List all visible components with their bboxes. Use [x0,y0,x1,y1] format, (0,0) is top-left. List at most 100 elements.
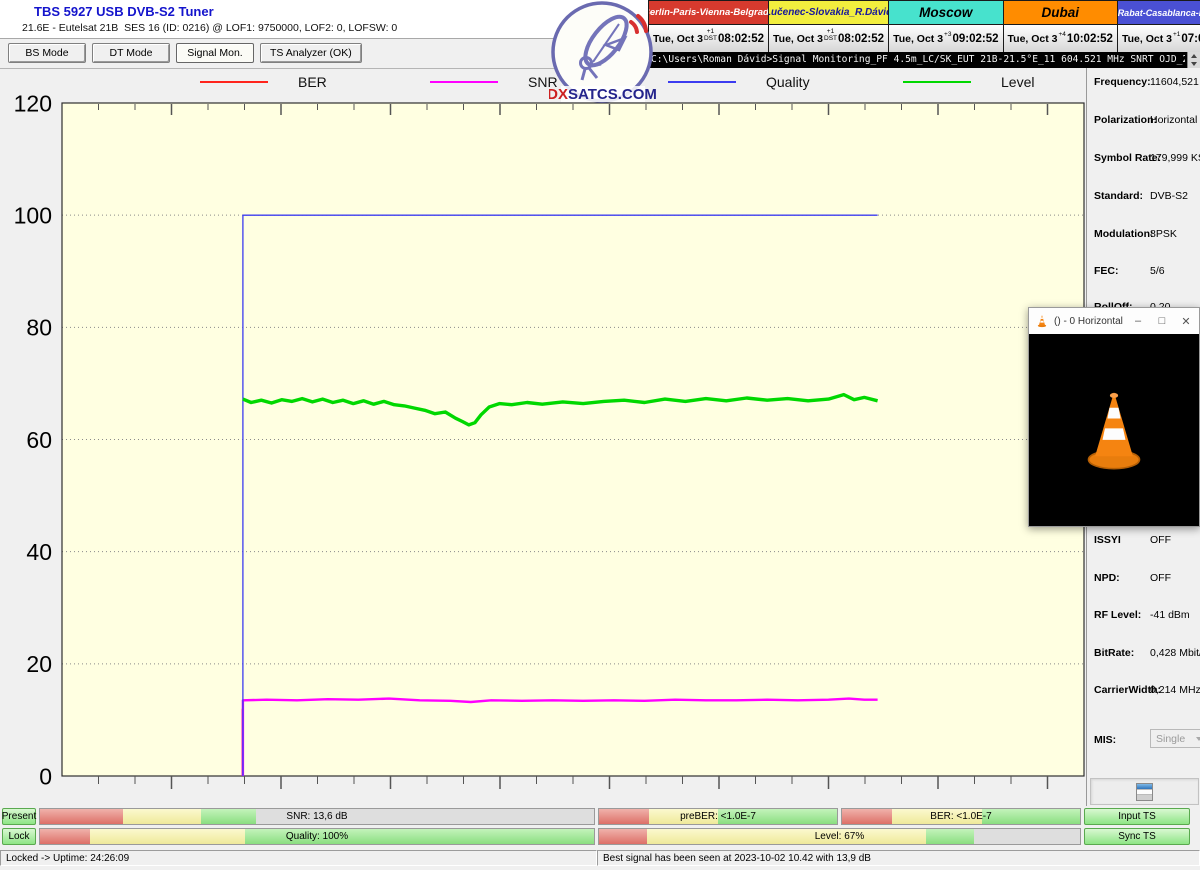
param-fec: FEC: 5/6 [1094,265,1198,295]
mis-select-value: Single [1156,733,1185,745]
scroll-up-icon[interactable] [1191,54,1197,58]
vlc-window: () - 0 Horizontal 0 ... – □ ✕ [1028,307,1200,527]
console-bar: C:\Users\Roman Dávid>Signal Monitoring_P… [648,52,1200,68]
clock-time-value: 08:02:52 [838,33,884,45]
world-clocks: Berlin-Paris-Vienna-BelgradeLučenec-Slov… [648,0,1200,52]
logo-rest: SATCS.COM [568,86,656,103]
clock-city-lu-enec-slovakia-r-d-vid: Lučenec-Slovakia_R.Dávid [769,1,889,25]
mis-select[interactable]: Single [1150,729,1200,748]
vlc-cone-icon [1035,314,1049,328]
param-label: Polarization: [1094,114,1157,126]
param-value: 0,214 MHz [1150,684,1200,696]
param-label: MIS: [1094,734,1116,746]
clock-date: Tue, Oct 3 [893,33,943,45]
dst-label: DST [704,36,717,43]
chevron-down-icon [1196,737,1200,741]
vlc-cone-logo-icon [1077,386,1151,474]
meter-row: Lock Quality: 100% Level: 67%Sync TS [2,828,1198,845]
timezone-offset: +3 [944,32,951,39]
ts-status-panel [1090,778,1199,805]
meter-preber: preBER: <1.0E-7 [598,808,838,825]
clock-city-moscow: Moscow [889,1,1003,25]
tab-dt-mode[interactable]: DT Mode [92,43,170,63]
scroll-down-icon[interactable] [1191,62,1197,66]
meter-ber: BER: <1.0E-7 [841,808,1081,825]
y-axis-tick-label: 40 [26,539,52,565]
chart-legend: BER SNR Quality Level [0,74,1086,96]
clock-date: Tue, Oct 3 [1122,33,1172,45]
vlc-video-area[interactable] [1029,334,1199,526]
meter-label-preber: preBER: <1.0E-7 [599,809,837,824]
param-issyi: ISSYI OFF [1094,534,1198,564]
tz-offset-value: +1 [1173,32,1180,39]
svg-text:DXSATCS.COM: DXSATCS.COM [549,86,656,103]
meter-label-quality: Quality: 100% [40,829,594,844]
param-npd: NPD:OFF [1094,572,1198,602]
legend-label: BER [298,74,327,90]
param-value: 8PSK [1150,228,1177,240]
indicator-present[interactable]: Present [2,808,36,825]
legend-item-ber: BER [200,74,327,90]
meter-level: Level: 67% [598,828,1081,845]
clock-date: Tue, Oct 3 [773,33,823,45]
meter-label-snr: SNR: 13,6 dB [40,809,594,824]
clock-time-cell: Tue, Oct 3+309:02:52 [889,25,1003,52]
transport-stream-icon [1136,783,1153,801]
param-frequency: Frequency:11604,521 MHz [1094,76,1198,106]
indicator-sync-ts[interactable]: Sync TS [1084,828,1190,845]
clock-city-rabat-casablanca-london: Rabat-Casablanca-London [1118,1,1200,25]
tab-signal-mon[interactable]: Signal Mon. [176,43,254,63]
timezone-offset: +4 [1059,32,1066,39]
legend-swatch-level [903,81,971,83]
clock-date: Tue, Oct 3 [653,33,703,45]
param-label: Standard: [1094,190,1143,202]
meter-row: Present SNR: 13,6 dB preBER: <1.0E-7 BER: <… [2,808,1198,825]
clock-time-cell: Tue, Oct 3+1DST08:02:52 [649,25,769,52]
clock-time-value: 07:02:52 [1181,33,1200,45]
lock-uptime-status: Locked -> Uptime: 24:26:09 [0,850,597,866]
y-axis-tick-label: 0 [39,763,52,789]
timezone-offset: +1 [1173,32,1180,39]
legend-label: Level [1001,74,1034,90]
clock-city-dubai: Dubai [1004,1,1118,25]
meter-snr: SNR: 13,6 dB [39,808,595,825]
param-standard: Standard:DVB-S2 [1094,190,1198,220]
param-label: ISSYI [1094,534,1121,546]
param-value: -41 dBm [1150,609,1190,621]
console-scrollbar[interactable] [1187,52,1200,68]
param-rf-level: RF Level:-41 dBm [1094,609,1198,639]
y-axis-tick-label: 100 [14,202,52,228]
y-axis-tick-label: 20 [26,651,52,677]
param-symbol-rate: Symbol Rate:179,999 KS/s [1094,152,1198,182]
param-value: 11604,521 MHz [1150,76,1200,88]
vlc-maximize-button[interactable]: □ [1150,310,1174,332]
status-bar: Locked -> Uptime: 24:26:09 Best signal h… [0,849,1200,867]
signal-plot: 020406080100120 [0,68,1086,806]
param-value: 5/6 [1150,265,1165,277]
clock-time-cell: Tue, Oct 3+1DST08:02:52 [769,25,889,52]
y-axis-tick-label: 60 [26,427,52,453]
legend-item-quality: Quality [668,74,810,90]
timezone-offset: +1DST [824,29,837,43]
vlc-titlebar[interactable]: () - 0 Horizontal 0 ... – □ ✕ [1029,308,1199,334]
clock-time-value: 10:02:52 [1067,33,1113,45]
param-label: Frequency: [1094,76,1151,88]
param-label: Modulation: [1094,228,1153,240]
param-bitrate: BitRate:0,428 Mbit/s [1094,647,1198,677]
legend-item-snr: SNR [430,74,558,90]
indicator-lock[interactable]: Lock [2,828,36,845]
tab-bs-mode[interactable]: BS Mode [8,43,86,63]
vlc-close-button[interactable]: ✕ [1174,310,1198,332]
best-signal-status: Best signal has been seen at 2023-10-02 … [597,850,1200,866]
clock-date: Tue, Oct 3 [1008,33,1058,45]
satellite-dish-logo-icon: DXSATCS.COM [549,0,656,106]
param-value: OFF [1150,534,1171,546]
signal-chart-panel: BERSNRQualityLevel 020406080100120 [0,68,1086,806]
indicator-input-ts[interactable]: Input TS [1084,808,1190,825]
param-label: FEC: [1094,265,1119,277]
dst-label: DST [824,36,837,43]
tab-ts-analyzer-ok[interactable]: TS Analyzer (OK) [260,43,362,63]
param-value: Horizontal [1150,114,1197,126]
legend-swatch-ber [200,81,268,83]
vlc-minimize-button[interactable]: – [1126,310,1150,332]
